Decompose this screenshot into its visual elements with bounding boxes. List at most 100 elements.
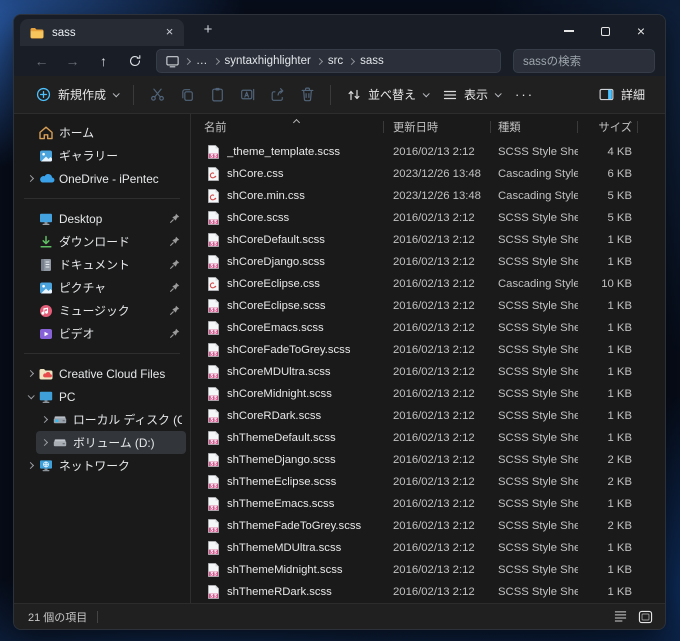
- file-modified: 2016/02/13 2:12: [393, 146, 475, 158]
- file-type: SCSS Style Sheet: [498, 366, 578, 378]
- file-row[interactable]: shThemeFadeToGrey.scss 2016/02/13 2:12 SCS…: [191, 515, 665, 537]
- breadcrumb-item[interactable]: …: [192, 54, 212, 68]
- new-button[interactable]: 新規作成: [28, 82, 125, 107]
- scss-file-icon: [206, 496, 221, 512]
- column-header-type[interactable]: 種類: [491, 118, 578, 136]
- documents-icon: [38, 257, 59, 273]
- file-name: shThemeRDark.scss: [227, 586, 332, 598]
- close-button[interactable]: ×: [623, 20, 659, 42]
- file-row[interactable]: shCore.scss 2016/02/13 2:12 SCSS Style She…: [191, 207, 665, 229]
- file-row[interactable]: shThemeDjango.scss 2016/02/13 2:12 SCSS St…: [191, 449, 665, 471]
- sidebar-item-network[interactable]: ネットワーク: [22, 454, 186, 477]
- sidebar-item-label: ギャラリー: [59, 149, 118, 163]
- details-pane-button[interactable]: 詳細: [592, 82, 651, 107]
- details-view-icon[interactable]: [610, 608, 630, 626]
- file-row[interactable]: shCore.min.css 2023/12/26 13:48 Cascading …: [191, 185, 665, 207]
- scss-file-icon: [206, 210, 221, 226]
- sidebar-item-videos[interactable]: ビデオ: [22, 322, 186, 345]
- file-row[interactable]: shCoreDjango.scss 2016/02/13 2:12 SCSS Sty…: [191, 251, 665, 273]
- address-bar[interactable]: … syntaxhighlighter src sass: [156, 49, 501, 73]
- file-row[interactable]: shThemeDefault.scss 2016/02/13 2:12 SCSS S…: [191, 427, 665, 449]
- sidebar-item-music[interactable]: ミュージック: [22, 299, 186, 322]
- file-row[interactable]: shCoreFadeToGrey.scss 2016/02/13 2:12 SCSS…: [191, 339, 665, 361]
- command-toolbar: 新規作成 並べ替え 表示 ··· 詳細: [14, 76, 665, 114]
- chevron-right-icon[interactable]: [22, 174, 38, 183]
- sidebar-item-home[interactable]: ホーム: [22, 121, 186, 144]
- share-button[interactable]: [262, 82, 292, 108]
- sidebar-item-documents[interactable]: ドキュメント: [22, 253, 186, 276]
- file-row[interactable]: shThemeRDark.scss 2016/02/13 2:12 SCSS Sty…: [191, 581, 665, 603]
- file-row[interactable]: shCore.css 2023/12/26 13:48 Cascading Styl…: [191, 163, 665, 185]
- file-row[interactable]: shCoreMidnight.scss 2016/02/13 2:12 SCSS S…: [191, 383, 665, 405]
- copy-button[interactable]: [172, 82, 202, 108]
- new-tab-button[interactable]: +: [197, 20, 219, 42]
- delete-button[interactable]: [292, 82, 322, 108]
- chevron-right-icon[interactable]: [22, 369, 38, 378]
- cut-button[interactable]: [142, 82, 172, 108]
- chevron-right-icon[interactable]: [36, 438, 52, 447]
- chevron-right-icon[interactable]: [36, 415, 52, 424]
- file-row[interactable]: shThemeEmacs.scss 2016/02/13 2:12 SCSS Sty…: [191, 493, 665, 515]
- maximize-button[interactable]: [587, 20, 623, 42]
- sidebar-item-volume-d[interactable]: ボリューム (D:): [36, 431, 186, 454]
- sort-ascending-icon: [292, 116, 301, 128]
- pin-icon: [166, 235, 182, 248]
- column-header-modified[interactable]: 更新日時: [384, 118, 491, 136]
- rename-button[interactable]: [232, 82, 262, 108]
- file-row[interactable]: shCoreMDUltra.scss 2016/02/13 2:12 SCSS St…: [191, 361, 665, 383]
- breadcrumb-item[interactable]: sass: [356, 54, 388, 68]
- search-box[interactable]: sassの検索: [513, 49, 655, 73]
- explorer-tab[interactable]: sass ×: [20, 19, 184, 46]
- minimize-button[interactable]: [551, 20, 587, 42]
- breadcrumb-item[interactable]: src: [324, 54, 347, 68]
- sidebar-item-pictures[interactable]: ピクチャ: [22, 276, 186, 299]
- file-row[interactable]: shThemeEclipse.scss 2016/02/13 2:12 SCSS S…: [191, 471, 665, 493]
- file-name: shCoreDefault.scss: [227, 234, 325, 246]
- back-button[interactable]: ←: [28, 49, 55, 73]
- sidebar-item-downloads[interactable]: ダウンロード: [22, 230, 186, 253]
- file-row[interactable]: shCoreRDark.scss 2016/02/13 2:12 SCSS Styl…: [191, 405, 665, 427]
- sidebar-item-desktop[interactable]: Desktop: [22, 207, 186, 230]
- file-name-cell: shCoreEmacs.scss: [191, 320, 384, 336]
- refresh-button[interactable]: [121, 49, 148, 73]
- content-area: ホームギャラリー OneDrive - iPentec Desktop ダウンロードド…: [14, 114, 665, 603]
- file-row[interactable]: shCoreDefault.scss 2016/02/13 2:12 SCSS St…: [191, 229, 665, 251]
- file-row[interactable]: shCoreEclipse.scss 2016/02/13 2:12 SCSS St…: [191, 295, 665, 317]
- sidebar-item-creative-cloud[interactable]: Creative Cloud Files: [22, 362, 186, 385]
- tab-close-icon[interactable]: ×: [161, 24, 178, 41]
- file-row[interactable]: shCoreEclipse.css 2016/02/13 2:12 Cascadin…: [191, 273, 665, 295]
- view-button[interactable]: 表示: [435, 82, 507, 107]
- column-header-size[interactable]: サイズ: [578, 118, 638, 136]
- forward-button[interactable]: →: [59, 49, 86, 73]
- thumbnail-view-icon[interactable]: [635, 608, 655, 626]
- file-name-cell: shCore.scss: [191, 210, 384, 226]
- breadcrumb-item[interactable]: syntaxhighlighter: [221, 54, 315, 68]
- chevron-right-icon[interactable]: [22, 461, 38, 470]
- file-type: SCSS Style Sheet: [498, 476, 578, 488]
- sort-button-label: 並べ替え: [368, 88, 417, 102]
- this-pc-icon: [165, 54, 180, 69]
- chevron-down-icon: [112, 90, 120, 98]
- sidebar-item-gallery[interactable]: ギャラリー: [22, 144, 186, 167]
- paste-button[interactable]: [202, 82, 232, 108]
- sidebar-item-local-disk-c[interactable]: ローカル ディスク (C:): [36, 408, 186, 431]
- column-header-label: 名前: [204, 122, 227, 134]
- sidebar-item-onedrive[interactable]: OneDrive - iPentec: [22, 167, 186, 190]
- up-button[interactable]: ↑: [90, 49, 117, 73]
- file-row[interactable]: _theme_template.scss 2016/02/13 2:12 SCSS …: [191, 141, 665, 163]
- minimize-icon: [564, 30, 574, 32]
- file-row[interactable]: shCoreEmacs.scss 2016/02/13 2:12 SCSS Styl…: [191, 317, 665, 339]
- file-row[interactable]: shThemeMidnight.scss 2016/02/13 2:12 SCSS …: [191, 559, 665, 581]
- file-row[interactable]: shThemeMDUltra.scss 2016/02/13 2:12 SCSS S…: [191, 537, 665, 559]
- sidebar-item-pc[interactable]: PC: [22, 385, 186, 408]
- file-modified: 2016/02/13 2:12: [393, 344, 475, 356]
- column-header-name[interactable]: 名前: [191, 118, 384, 136]
- sort-button[interactable]: 並べ替え: [339, 82, 435, 107]
- details-pane-label: 詳細: [620, 88, 645, 102]
- chevron-down-icon[interactable]: [22, 392, 38, 400]
- more-options-button[interactable]: ···: [507, 87, 542, 102]
- file-name-cell: shCoreDjango.scss: [191, 254, 384, 270]
- share-icon: [269, 86, 286, 103]
- scss-file-icon: [206, 232, 221, 248]
- videos-icon: [38, 326, 59, 342]
